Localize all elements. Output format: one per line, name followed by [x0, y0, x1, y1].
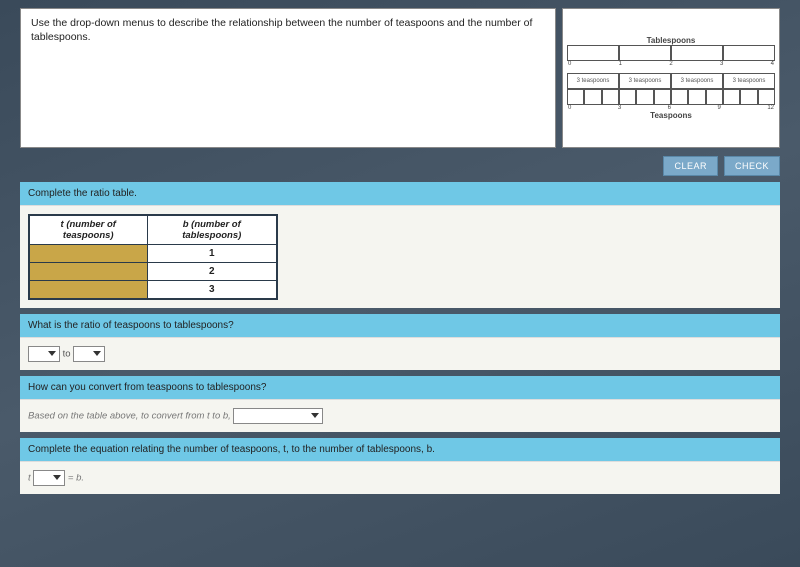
- teaspoon-cell: [636, 89, 653, 105]
- b-value-1: 1: [147, 245, 277, 263]
- q3-header: How can you convert from teaspoons to ta…: [20, 376, 780, 399]
- ratio-dropdown-2[interactable]: [73, 346, 105, 362]
- chevron-down-icon: [93, 351, 101, 356]
- tablespoon-cell: [723, 45, 775, 61]
- q4-lhs: t: [28, 472, 31, 483]
- q1-header: Complete the ratio table.: [20, 182, 780, 205]
- q4-eq: = b.: [68, 472, 84, 483]
- q3-hint: Based on the table above, to convert fro…: [28, 410, 231, 421]
- instruction-text: Use the drop-down menus to describe the …: [20, 8, 556, 148]
- teaspoon-cell: [740, 89, 757, 105]
- teaspoon-group-cell: 3 teaspoons: [723, 73, 775, 89]
- chevron-down-icon: [311, 413, 319, 418]
- q4-header: Complete the equation relating the numbe…: [20, 438, 780, 461]
- teaspoon-cell: [584, 89, 601, 105]
- teaspoon-cell: [723, 89, 740, 105]
- q2-header: What is the ratio of teaspoons to tables…: [20, 314, 780, 337]
- tape-diagram: Tablespoons 0 1 2 3 4 3 teaspoons 3 teas…: [562, 8, 780, 148]
- teaspoon-cell: [758, 89, 775, 105]
- teaspoon-group-cell: 3 teaspoons: [567, 73, 619, 89]
- tablespoon-cell: [671, 45, 723, 61]
- teaspoon-cell: [654, 89, 671, 105]
- chevron-down-icon: [48, 351, 56, 356]
- ratio-dropdown-1[interactable]: [28, 346, 60, 362]
- tablespoon-cell: [567, 45, 619, 61]
- diagram-top-label: Tablespoons: [567, 36, 775, 45]
- t-input-1[interactable]: [29, 245, 147, 263]
- ratio-table: t (number of teaspoons) b (number of tab…: [28, 214, 278, 300]
- t-input-2[interactable]: [29, 263, 147, 281]
- diagram-bottom-label: Teaspoons: [567, 111, 775, 120]
- col-header-t: t (number of teaspoons): [29, 215, 147, 245]
- to-text: to: [63, 348, 71, 359]
- teaspoon-cell: [706, 89, 723, 105]
- check-button[interactable]: CHECK: [724, 156, 780, 176]
- teaspoon-cell: [567, 89, 584, 105]
- equation-dropdown[interactable]: [33, 470, 65, 486]
- teaspoon-cell: [671, 89, 688, 105]
- b-value-2: 2: [147, 263, 277, 281]
- teaspoon-cell: [602, 89, 619, 105]
- teaspoon-group-cell: 3 teaspoons: [671, 73, 723, 89]
- clear-button[interactable]: CLEAR: [663, 156, 718, 176]
- tablespoon-cell: [619, 45, 671, 61]
- teaspoon-group-cell: 3 teaspoons: [619, 73, 671, 89]
- teaspoon-cell: [619, 89, 636, 105]
- convert-dropdown[interactable]: [233, 408, 323, 424]
- teaspoon-cell: [688, 89, 705, 105]
- chevron-down-icon: [53, 475, 61, 480]
- t-input-3[interactable]: [29, 281, 147, 299]
- b-value-3: 3: [147, 281, 277, 299]
- col-header-b: b (number of tablespoons): [147, 215, 277, 245]
